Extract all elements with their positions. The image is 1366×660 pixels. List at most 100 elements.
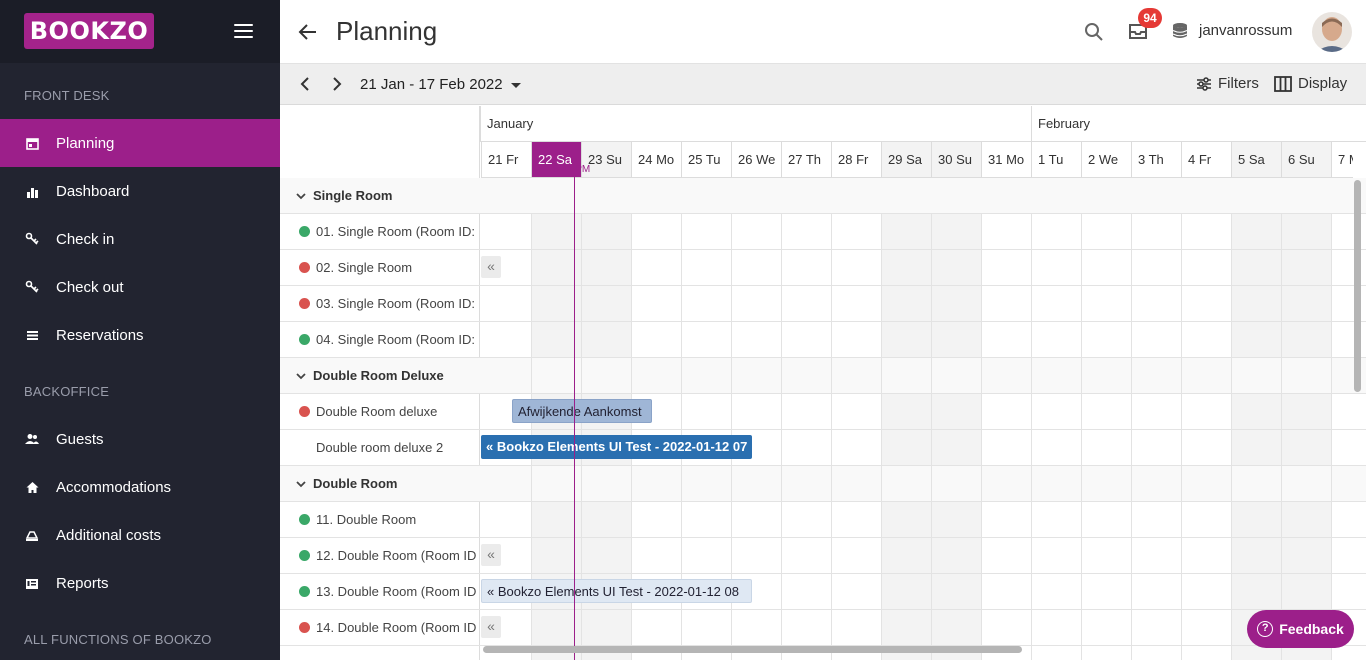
room-row[interactable]: 11. Double Room: [280, 502, 480, 538]
day-header[interactable]: 6 Su: [1281, 142, 1331, 178]
earlier-booking-marker[interactable]: «: [481, 616, 501, 638]
day-header[interactable]: 25 Tu: [681, 142, 731, 178]
col-line: [781, 214, 782, 660]
room-label: 04. Single Room (Room ID:: [316, 332, 475, 347]
search-icon[interactable]: [1084, 22, 1104, 42]
room-row[interactable]: 13. Double Room (Room ID: [280, 574, 480, 610]
group-row-double-room-deluxe[interactable]: Double Room Deluxe: [280, 358, 480, 394]
status-dot: [299, 298, 310, 309]
col-line: [1281, 214, 1282, 660]
current-time-line: [574, 148, 575, 660]
back-arrow-icon[interactable]: [298, 22, 318, 42]
room-row[interactable]: 02. Single Room: [280, 250, 480, 286]
day-header[interactable]: 7 Mo: [1331, 142, 1353, 178]
sidebar-item-accommodations[interactable]: Accommodations: [0, 463, 280, 511]
row-line: [480, 538, 1366, 574]
menu-icon[interactable]: [234, 24, 253, 38]
col-line: [931, 214, 932, 660]
bookzo-logo[interactable]: BOOKZO: [24, 13, 154, 49]
room-row[interactable]: 12. Double Room (Room ID: [280, 538, 480, 574]
row-line: [480, 610, 1366, 646]
col-line: [881, 214, 882, 660]
sidebar-item-label: Additional costs: [56, 526, 162, 544]
col-line: [1081, 214, 1082, 660]
sidebar-item-reservations[interactable]: Reservations: [0, 311, 280, 359]
filters-button[interactable]: Filters: [1196, 75, 1259, 92]
booking-bar[interactable]: « Bookzo Elements UI Test - 2022-01-12 0…: [481, 579, 752, 603]
booking-bar[interactable]: « Bookzo Elements UI Test - 2022-01-12 0…: [481, 435, 752, 459]
room-row[interactable]: Double room deluxe 2: [280, 430, 480, 466]
sidebar-item-reports[interactable]: Reports: [0, 559, 280, 607]
list-icon: [25, 328, 39, 342]
username[interactable]: janvanrossum: [1199, 22, 1292, 39]
page-title: Planning: [336, 16, 438, 46]
group-row-single-room[interactable]: Single Room: [280, 178, 480, 214]
feedback-button[interactable]: ? Feedback: [1247, 610, 1354, 648]
horizontal-scrollbar[interactable]: [483, 646, 1022, 653]
sidebar-item-label: Reports: [56, 574, 109, 592]
day-header[interactable]: 29 Sa: [881, 142, 931, 178]
day-header[interactable]: 26 We: [731, 142, 781, 178]
database-icon: [1171, 22, 1189, 40]
notification-badge: 94: [1138, 8, 1162, 28]
room-label: 12. Double Room (Room ID: [316, 548, 477, 563]
report-icon: [25, 576, 39, 590]
room-row[interactable]: 01. Single Room (Room ID:: [280, 214, 480, 250]
day-header[interactable]: 28 Fr: [831, 142, 881, 178]
sidebar-item-guests[interactable]: Guests: [0, 415, 280, 463]
key-icon: [25, 232, 39, 246]
day-header[interactable]: 4 Fr: [1181, 142, 1231, 178]
double-chevron-left-icon: «: [487, 584, 495, 599]
day-header[interactable]: 27 Th: [781, 142, 831, 178]
date-range-select[interactable]: 21 Jan - 17 Feb 2022: [360, 76, 521, 93]
room-row[interactable]: 03. Single Room (Room ID:: [280, 286, 480, 322]
col-line: [1031, 214, 1032, 660]
day-header[interactable]: 5 Sa: [1231, 142, 1281, 178]
avatar[interactable]: [1312, 12, 1352, 52]
display-button[interactable]: Display: [1274, 75, 1347, 92]
bar-chart-icon: [25, 184, 39, 198]
group-row-double-room[interactable]: Double Room: [280, 466, 480, 502]
topbar: Planning 94 janvanrossum: [280, 0, 1366, 63]
scale-icon: [25, 528, 39, 542]
day-header[interactable]: 1 Tu: [1031, 142, 1081, 178]
status-dot: [299, 622, 310, 633]
sidebar-item-check-in[interactable]: Check in: [0, 215, 280, 263]
day-header[interactable]: 31 Mo: [981, 142, 1031, 178]
booking-bar[interactable]: Afwijkende Aankomst: [512, 399, 652, 423]
logo-bar: BOOKZO: [0, 0, 280, 63]
double-chevron-left-icon: «: [486, 439, 494, 454]
next-period-button[interactable]: [328, 76, 344, 92]
group-row-bg: [480, 178, 1366, 214]
sidebar-item-additional-costs[interactable]: Additional costs: [0, 511, 280, 559]
month-header: February: [1031, 106, 1366, 142]
room-row[interactable]: 14. Double Room (Room ID: [280, 610, 480, 646]
col-line: [981, 214, 982, 660]
key-icon: [25, 280, 39, 294]
sidebar-item-planning[interactable]: Planning: [0, 119, 280, 167]
day-header[interactable]: 21 Fr: [481, 142, 531, 178]
room-row[interactable]: Double Room deluxe: [280, 394, 480, 430]
filters-label: Filters: [1218, 75, 1259, 92]
sidebar-item-label: Check out: [56, 278, 124, 296]
planning-grid: January February 21 Fr 22 Sa 23 Su 24 Mo…: [280, 106, 1366, 660]
day-header[interactable]: 24 Mo: [631, 142, 681, 178]
prev-period-button[interactable]: [298, 76, 314, 92]
booking-label: Bookzo Elements UI Test - 2022-01-12 08: [497, 584, 739, 599]
earlier-booking-marker[interactable]: «: [481, 544, 501, 566]
sidebar-item-label: Planning: [56, 134, 115, 152]
room-row[interactable]: 04. Single Room (Room ID:: [280, 322, 480, 358]
vertical-scrollbar[interactable]: [1354, 180, 1361, 392]
day-header[interactable]: 30 Su: [931, 142, 981, 178]
day-header[interactable]: 3 Th: [1131, 142, 1181, 178]
group-row-bg: [480, 466, 1366, 502]
sidebar: BOOKZO FRONT DESK Planning Dashboard Che…: [0, 0, 280, 660]
sidebar-item-dashboard[interactable]: Dashboard: [0, 167, 280, 215]
day-header[interactable]: 2 We: [1081, 142, 1131, 178]
col-line: [1331, 214, 1332, 660]
earlier-booking-marker[interactable]: «: [481, 256, 501, 278]
room-list: Single Room 01. Single Room (Room ID: 02…: [280, 106, 480, 660]
users-icon: [25, 432, 39, 446]
sidebar-item-label: Dashboard: [56, 182, 130, 200]
sidebar-item-check-out[interactable]: Check out: [0, 263, 280, 311]
